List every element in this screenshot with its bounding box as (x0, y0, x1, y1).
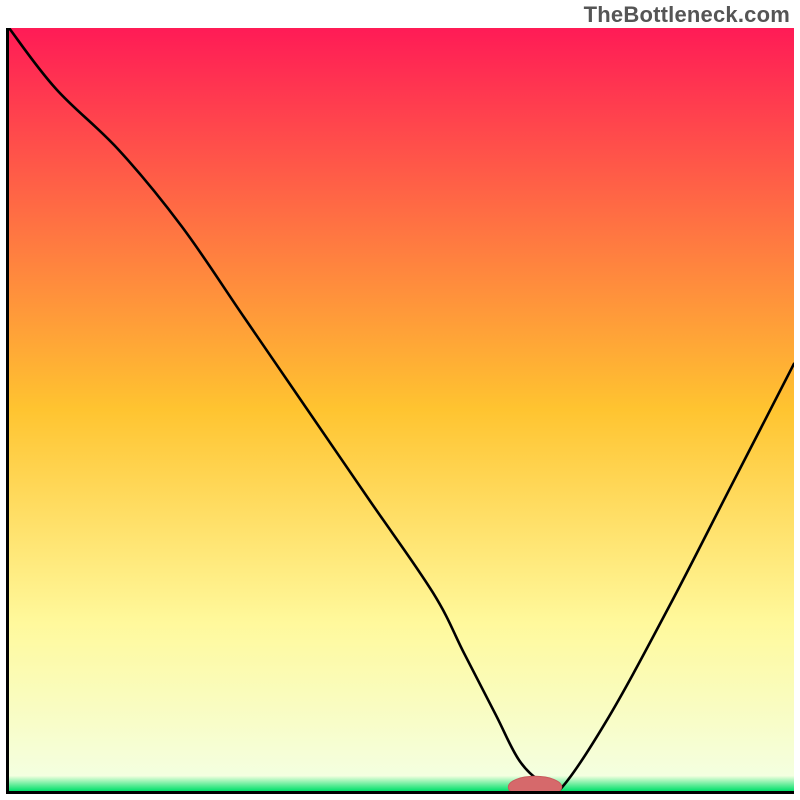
plot-area (6, 28, 794, 794)
chart-svg (9, 28, 794, 791)
watermark-text: TheBottleneck.com (584, 2, 790, 28)
bottleneck-chart: TheBottleneck.com (0, 0, 800, 800)
gradient-background (9, 28, 794, 791)
